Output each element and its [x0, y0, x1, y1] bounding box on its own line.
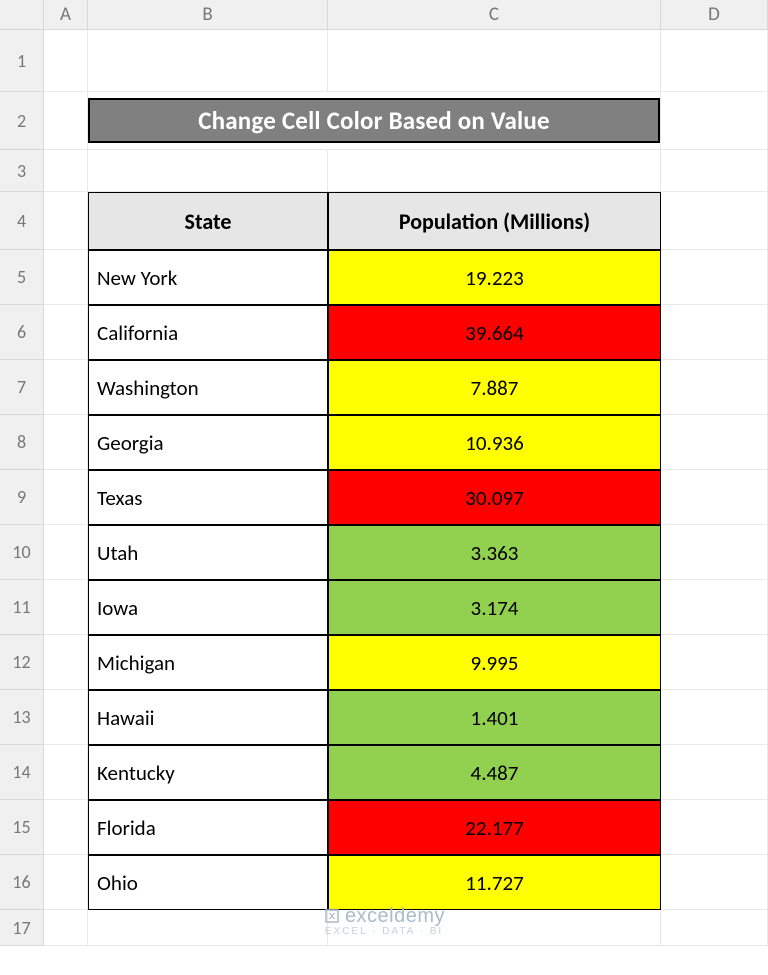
row-header-16[interactable]: 16	[0, 855, 44, 910]
cell-A14[interactable]	[44, 745, 88, 800]
row-header-2[interactable]: 2	[0, 92, 44, 150]
col-header-D[interactable]: D	[661, 0, 768, 30]
row-header-6[interactable]: 6	[0, 305, 44, 360]
cell-A10[interactable]	[44, 525, 88, 580]
row-header-11[interactable]: 11	[0, 580, 44, 635]
cell-state[interactable]: Kentucky	[88, 745, 328, 800]
cell-D8[interactable]	[661, 415, 768, 470]
cell-D2[interactable]	[661, 92, 768, 150]
row-header-1[interactable]: 1	[0, 30, 44, 92]
row-header-5[interactable]: 5	[0, 250, 44, 305]
cell-state[interactable]: Utah	[88, 525, 328, 580]
cell-state[interactable]: Georgia	[88, 415, 328, 470]
cell-population[interactable]: 39.664	[328, 305, 661, 360]
row-header-7[interactable]: 7	[0, 360, 44, 415]
row-header-3[interactable]: 3	[0, 150, 44, 192]
col-header-A[interactable]: A	[44, 0, 88, 30]
cell-D1[interactable]	[661, 30, 768, 92]
cell-state[interactable]: Ohio	[88, 855, 328, 910]
cell-D10[interactable]	[661, 525, 768, 580]
cell-A1[interactable]	[44, 30, 88, 92]
cell-D9[interactable]	[661, 470, 768, 525]
spreadsheet-grid: A B C D 1 2 3 4 5 6 7 8 9 10 11 12 13 14…	[0, 0, 768, 946]
cell-C1[interactable]	[328, 30, 661, 92]
cell-A4[interactable]	[44, 192, 88, 250]
cell-D12[interactable]	[661, 635, 768, 690]
cell-state[interactable]: Iowa	[88, 580, 328, 635]
cell-population[interactable]: 9.995	[328, 635, 661, 690]
cell-A8[interactable]	[44, 415, 88, 470]
cell-population[interactable]: 30.097	[328, 470, 661, 525]
cell-D11[interactable]	[661, 580, 768, 635]
cell-state[interactable]: Texas	[88, 470, 328, 525]
cell-D13[interactable]	[661, 690, 768, 745]
cell-C3[interactable]	[328, 150, 661, 192]
cell-A2[interactable]	[44, 92, 88, 150]
cell-state[interactable]: Hawaii	[88, 690, 328, 745]
cell-D16[interactable]	[661, 855, 768, 910]
row-header-4[interactable]: 4	[0, 192, 44, 250]
row-header-8[interactable]: 8	[0, 415, 44, 470]
cell-population[interactable]: 3.363	[328, 525, 661, 580]
header-state[interactable]: State	[88, 192, 328, 250]
cell-state[interactable]: Florida	[88, 800, 328, 855]
cell-B3[interactable]	[88, 150, 328, 192]
cell-A11[interactable]	[44, 580, 88, 635]
cell-D14[interactable]	[661, 745, 768, 800]
cell-population[interactable]: 22.177	[328, 800, 661, 855]
row-header-13[interactable]: 13	[0, 690, 44, 745]
cell-D6[interactable]	[661, 305, 768, 360]
col-header-C[interactable]: C	[328, 0, 661, 30]
cell-population[interactable]: 10.936	[328, 415, 661, 470]
cell-A7[interactable]	[44, 360, 88, 415]
page-title: Change Cell Color Based on Value	[88, 98, 660, 143]
cell-population[interactable]: 1.401	[328, 690, 661, 745]
cell-state[interactable]: Michigan	[88, 635, 328, 690]
cell-A6[interactable]	[44, 305, 88, 360]
cell-D15[interactable]	[661, 800, 768, 855]
cell-A12[interactable]	[44, 635, 88, 690]
cell-population[interactable]: 4.487	[328, 745, 661, 800]
cell-population[interactable]: 19.223	[328, 250, 661, 305]
cell-D17[interactable]	[661, 910, 768, 946]
row-header-17[interactable]: 17	[0, 910, 44, 946]
cell-state[interactable]: Washington	[88, 360, 328, 415]
header-population[interactable]: Population (Millions)	[328, 192, 661, 250]
cell-D4[interactable]	[661, 192, 768, 250]
cell-A15[interactable]	[44, 800, 88, 855]
row-header-15[interactable]: 15	[0, 800, 44, 855]
cell-B1[interactable]	[88, 30, 328, 92]
cell-A17[interactable]	[44, 910, 88, 946]
cell-D5[interactable]	[661, 250, 768, 305]
cell-A3[interactable]	[44, 150, 88, 192]
row-header-14[interactable]: 14	[0, 745, 44, 800]
row-header-9[interactable]: 9	[0, 470, 44, 525]
select-all-corner[interactable]	[0, 0, 44, 30]
row-header-10[interactable]: 10	[0, 525, 44, 580]
cell-B17[interactable]	[88, 910, 328, 946]
title-cell[interactable]: Change Cell Color Based on Value	[88, 92, 661, 150]
cell-A5[interactable]	[44, 250, 88, 305]
col-header-B[interactable]: B	[88, 0, 328, 30]
cell-A9[interactable]	[44, 470, 88, 525]
cell-state[interactable]: New York	[88, 250, 328, 305]
cell-state[interactable]: California	[88, 305, 328, 360]
cell-A13[interactable]	[44, 690, 88, 745]
cell-D3[interactable]	[661, 150, 768, 192]
cell-D7[interactable]	[661, 360, 768, 415]
cell-C17[interactable]	[328, 910, 661, 946]
row-header-12[interactable]: 12	[0, 635, 44, 690]
cell-population[interactable]: 3.174	[328, 580, 661, 635]
cell-population[interactable]: 11.727	[328, 855, 661, 910]
cell-A16[interactable]	[44, 855, 88, 910]
cell-population[interactable]: 7.887	[328, 360, 661, 415]
